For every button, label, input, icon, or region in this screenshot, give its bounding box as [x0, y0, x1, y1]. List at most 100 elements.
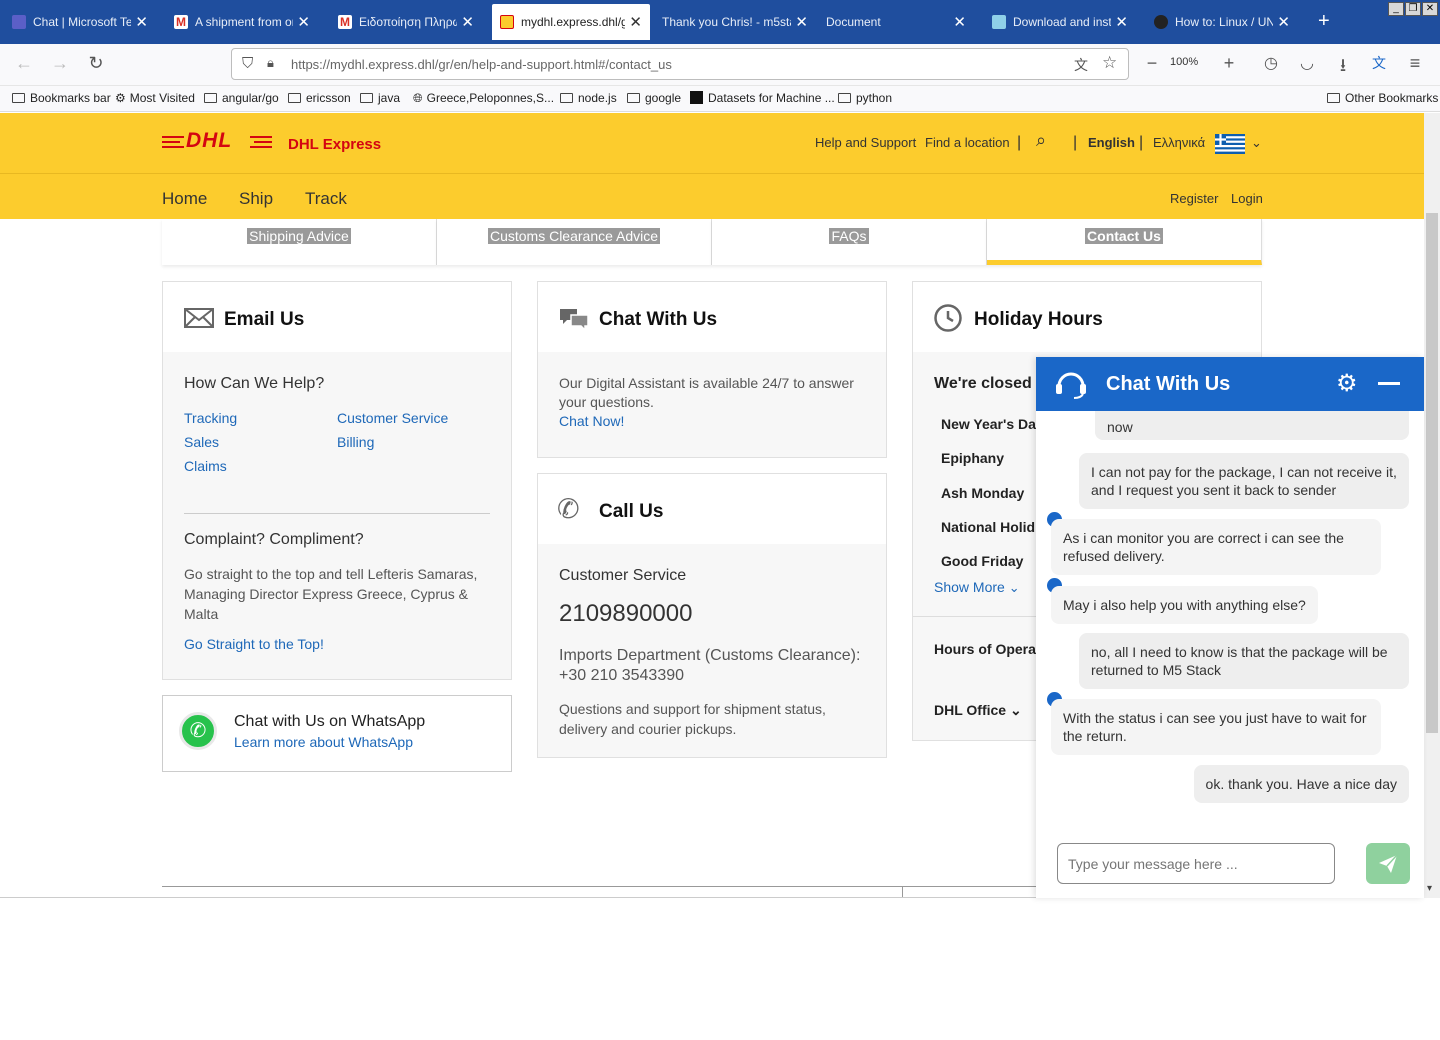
chat-card-text: Our Digital Assistant is available 24/7 … [559, 375, 854, 410]
lock-icon[interactable]: 🔒︎ [267, 55, 274, 71]
holiday-item: Ash Monday [941, 485, 1025, 501]
folder-icon [838, 93, 851, 103]
tab-gmail-1[interactable]: M A shipment from order ✕ [166, 4, 318, 40]
minimize-button[interactable]: _ [1388, 2, 1404, 16]
tab-download[interactable]: Download and install - ✕ [984, 4, 1136, 40]
tab-customs-advice[interactable]: Customs Clearance Advice [437, 219, 712, 265]
bookmark-item[interactable]: Bookmarks bar [12, 91, 111, 105]
tab-shipping-advice[interactable]: Shipping Advice [162, 219, 437, 265]
back-icon[interactable]: ← [12, 53, 36, 74]
zoom-out-icon[interactable]: − [1140, 53, 1164, 74]
folder-icon [560, 93, 573, 103]
bookmark-item[interactable]: Datasets for Machine ... [690, 91, 835, 105]
shield-icon[interactable]: ⛉ [242, 55, 253, 72]
holiday-item: Good Friday [941, 553, 1024, 569]
close-icon[interactable]: ✕ [135, 13, 148, 31]
bookmark-item[interactable]: angular/go [204, 91, 279, 105]
call-note: Questions and support for shipment statu… [559, 701, 826, 737]
send-button[interactable] [1366, 843, 1410, 884]
reload-icon[interactable]: ↻ [84, 53, 108, 74]
chat-message-user: I can not pay for the package, I can not… [1079, 453, 1409, 509]
lang-greek[interactable]: Ελληνικά [1153, 135, 1205, 150]
gear-icon[interactable]: ⚙ [1336, 369, 1358, 398]
tab-document[interactable]: Document ✕ [818, 4, 974, 40]
tab-teams[interactable]: Chat | Microsoft Teams ✕ [4, 4, 156, 40]
star-icon[interactable]: ☆ [1102, 53, 1117, 73]
whatsapp-link[interactable]: Learn more about WhatsApp [234, 734, 413, 750]
close-icon[interactable]: ✕ [953, 13, 966, 31]
chat-widget-title: Chat With Us [1106, 373, 1231, 395]
tab-m5stack[interactable]: Thank you Chris! - m5stack ✕ [654, 4, 816, 40]
other-bookmarks[interactable]: Other Bookmarks [1327, 91, 1438, 105]
go-to-top-link[interactable]: Go Straight to the Top! [184, 636, 324, 652]
tab-dhl[interactable]: mydhl.express.dhl/gr/ ✕ [492, 4, 650, 40]
nav-ship[interactable]: Ship [239, 189, 273, 209]
maximize-button[interactable]: ❐ [1405, 2, 1421, 16]
scrollbar-thumb[interactable] [1426, 213, 1438, 733]
address-bar[interactable]: ⛉ 🔒︎ https://mydhl.express.dhl/gr/en/hel… [231, 48, 1129, 80]
chat-widget-header: Chat With Us ⚙ [1036, 357, 1424, 411]
bookmark-item[interactable]: node.js [560, 91, 617, 105]
greece-flag-icon[interactable] [1215, 134, 1245, 154]
register-link[interactable]: Register [1170, 191, 1218, 206]
pocket-icon[interactable]: ◡ [1295, 53, 1319, 73]
tab-title: Download and install - [1013, 15, 1112, 29]
page-scrollbar[interactable]: ▾ [1424, 113, 1440, 898]
zoom-level[interactable]: 100% [1170, 56, 1198, 68]
menu-icon[interactable]: ≡ [1403, 53, 1427, 74]
tab-title: Chat | Microsoft Teams [33, 15, 132, 29]
login-link[interactable]: Login [1231, 191, 1263, 206]
minimize-icon[interactable] [1378, 382, 1400, 385]
new-tab-button[interactable]: + [1318, 10, 1330, 33]
url-text[interactable]: https://mydhl.express.dhl/gr/en/help-and… [291, 57, 672, 72]
bookmark-item[interactable]: java [360, 91, 400, 105]
cs-label: Customer Service [559, 567, 687, 584]
chat-bubbles-icon [560, 309, 589, 331]
datasets-icon [690, 91, 703, 104]
folder-icon [288, 93, 301, 103]
help-support-link[interactable]: Help and Support [815, 135, 916, 150]
bookmark-item[interactable]: 🌐︎ Greece,Peloponnes,S... [413, 91, 554, 106]
link-claims[interactable]: Claims [184, 458, 227, 474]
cs-number[interactable]: 2109890000 [559, 600, 692, 628]
close-icon[interactable]: ✕ [297, 13, 310, 31]
office-dropdown[interactable]: DHL Office ⌄ [934, 702, 1022, 719]
link-customer-service[interactable]: Customer Service [337, 410, 448, 426]
bookmark-item[interactable]: google [627, 91, 681, 105]
download-icon[interactable]: ⭳ [1331, 53, 1355, 83]
forward-icon[interactable]: → [48, 53, 72, 74]
scroll-down-icon[interactable]: ▾ [1427, 883, 1432, 894]
search-icon[interactable]: ⌕ [1036, 130, 1046, 151]
history-icon[interactable]: ◷ [1259, 53, 1283, 73]
chat-now-link[interactable]: Chat Now! [559, 413, 624, 429]
zoom-in-icon[interactable]: + [1217, 53, 1241, 74]
chat-message-input[interactable] [1057, 843, 1335, 884]
headset-icon [1056, 372, 1086, 399]
link-tracking[interactable]: Tracking [184, 410, 237, 426]
link-sales[interactable]: Sales [184, 434, 219, 450]
link-billing[interactable]: Billing [337, 434, 374, 450]
bookmark-item[interactable]: ericsson [288, 91, 351, 105]
tab-gmail-2[interactable]: M Ειδοποίηση Πληρωμής ✕ [330, 4, 482, 40]
close-icon[interactable]: ✕ [629, 13, 642, 31]
find-location-link[interactable]: Find a location [925, 135, 1010, 150]
close-icon[interactable]: ✕ [461, 13, 474, 31]
bookmark-item[interactable]: ⚙ Most Visited [115, 91, 195, 105]
tab-linux[interactable]: How to: Linux / UNIX ✕ [1146, 4, 1298, 40]
bookmark-item[interactable]: python [838, 91, 892, 105]
chevron-down-icon[interactable]: ⌄ [1251, 135, 1262, 151]
tab-faqs[interactable]: FAQs [712, 219, 987, 265]
tab-contact-us[interactable]: Contact Us [987, 219, 1262, 265]
close-window-button[interactable]: ✕ [1422, 2, 1438, 16]
show-more-link[interactable]: Show More ⌄ [934, 579, 1020, 596]
close-icon[interactable]: ✕ [795, 13, 808, 31]
dhl-logo[interactable]: DHL [162, 129, 272, 152]
close-icon[interactable]: ✕ [1115, 13, 1128, 31]
close-icon[interactable]: ✕ [1277, 13, 1290, 31]
lang-english[interactable]: English [1088, 135, 1135, 150]
nav-track[interactable]: Track [305, 189, 347, 209]
translate-icon[interactable]: 文 [1367, 53, 1391, 73]
nav-home[interactable]: Home [162, 189, 207, 209]
translate-page-icon[interactable]: ⽂ [1074, 55, 1088, 75]
holiday-item: Epiphany [941, 450, 1005, 466]
